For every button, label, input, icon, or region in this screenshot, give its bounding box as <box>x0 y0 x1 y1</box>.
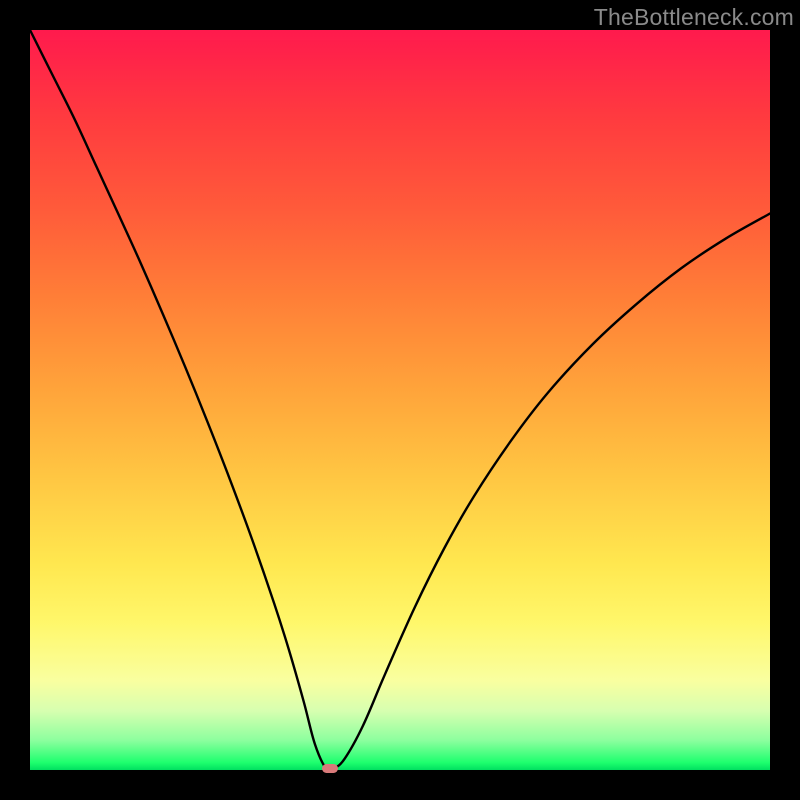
chart-frame: TheBottleneck.com <box>0 0 800 800</box>
bottleneck-curve <box>30 30 770 770</box>
watermark-text: TheBottleneck.com <box>594 4 794 31</box>
plot-area <box>30 30 770 770</box>
optimum-marker <box>322 764 338 773</box>
